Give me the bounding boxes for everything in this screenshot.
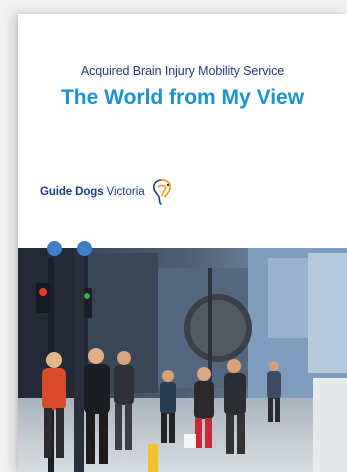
brand-name-regular: Victoria [106,186,145,198]
brochure-cover: Acquired Brain Injury Mobility Service T… [18,14,347,472]
cover-subtitle: Acquired Brain Injury Mobility Service [80,64,285,78]
street-crossing-photo [18,248,347,472]
brand-logo-group: Guide Dogs Victoria [40,178,175,206]
decorative-dot [47,241,62,256]
decorative-dot [77,241,92,256]
brand-name-bold: Guide Dogs [40,186,104,198]
guide-dog-logo-icon [152,179,171,205]
cover-title: The World from My View [60,86,305,109]
